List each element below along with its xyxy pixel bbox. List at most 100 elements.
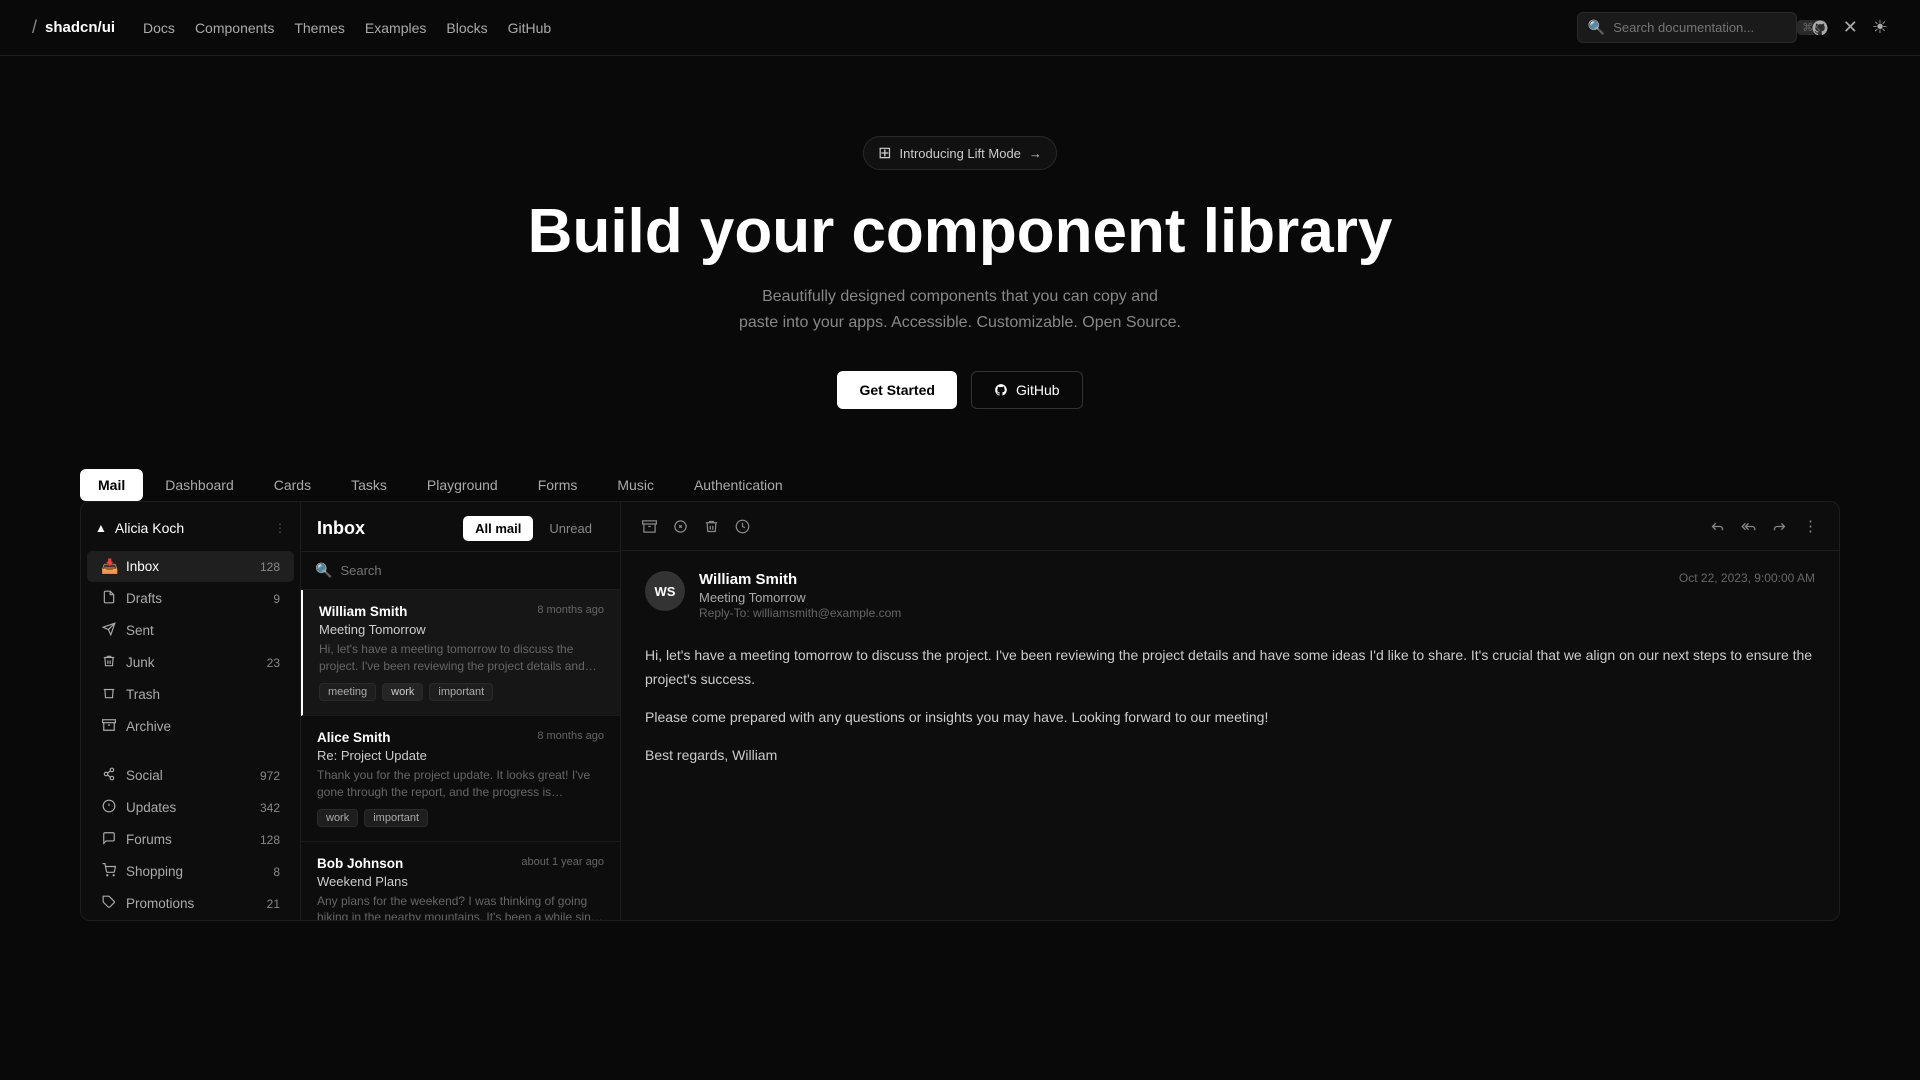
- tab-tasks[interactable]: Tasks: [333, 469, 405, 501]
- sidebar-item-drafts[interactable]: Drafts 9: [87, 583, 294, 614]
- mail-items: William Smith 8 months ago Meeting Tomor…: [301, 590, 620, 920]
- hero-title: Build your component library: [528, 198, 1393, 266]
- sidebar-item-forums[interactable]: Forums 128: [87, 824, 294, 855]
- sidebar-item-promotions[interactable]: Promotions 21: [87, 888, 294, 919]
- inbox-icon: 📥: [101, 558, 117, 575]
- drafts-badge: 9: [273, 592, 280, 606]
- hero-badge[interactable]: ⊞ Introducing Lift Mode →: [863, 136, 1057, 170]
- drafts-icon: [101, 590, 117, 607]
- mail-demo: ▲ Alicia Koch ⋮ 📥 Inbox 128: [80, 501, 1840, 921]
- lift-mode-icon: ⊞: [878, 143, 891, 163]
- mail-search: 🔍: [301, 552, 620, 590]
- sidebar-junk-label: Junk: [126, 655, 155, 670]
- sidebar-sent-label: Sent: [126, 623, 154, 638]
- mail-time: about 1 year ago: [521, 856, 604, 871]
- mail-item[interactable]: Alice Smith 8 months ago Re: Project Upd…: [301, 716, 620, 842]
- tab-dashboard[interactable]: Dashboard: [147, 469, 252, 501]
- nav-links: Docs Components Themes Examples Blocks G…: [143, 20, 551, 36]
- sidebar-item-social[interactable]: Social 972: [87, 760, 294, 791]
- sidebar-shopping-label: Shopping: [126, 864, 183, 879]
- get-started-button[interactable]: Get Started: [837, 371, 956, 409]
- filter-all-button[interactable]: All mail: [463, 516, 533, 541]
- hero-section: ⊞ Introducing Lift Mode → Build your com…: [0, 56, 1920, 469]
- search-input[interactable]: [1613, 20, 1789, 35]
- trash-icon: [101, 686, 117, 703]
- delete-button[interactable]: [699, 514, 724, 539]
- twitter-icon-btn[interactable]: ✕: [1843, 17, 1858, 38]
- tab-forms[interactable]: Forms: [520, 469, 596, 501]
- mail-preview: Any plans for the weekend? I was thinkin…: [317, 893, 604, 921]
- junk-icon: [101, 654, 117, 671]
- promotions-badge: 21: [267, 897, 280, 911]
- sidebar-item-updates[interactable]: Updates 342: [87, 792, 294, 823]
- nav-examples[interactable]: Examples: [365, 20, 426, 36]
- mail-from: William Smith: [319, 604, 407, 619]
- sent-icon: [101, 622, 117, 639]
- archive-button[interactable]: [637, 514, 662, 539]
- nav-github[interactable]: GitHub: [508, 20, 552, 36]
- nav-docs[interactable]: Docs: [143, 20, 175, 36]
- nav-blocks[interactable]: Blocks: [446, 20, 487, 36]
- mail-subject: Meeting Tomorrow: [319, 622, 604, 637]
- email-body-p2: Please come prepared with any questions …: [645, 706, 1815, 730]
- tab-playground[interactable]: Playground: [409, 469, 516, 501]
- forums-badge: 128: [260, 833, 280, 847]
- nav-right: 🔍 ⌘K ✕ ☀: [1577, 12, 1888, 43]
- mail-tag: work: [317, 809, 358, 827]
- top-nav: / shadcn/ui Docs Components Themes Examp…: [0, 0, 1920, 56]
- mail-item[interactable]: William Smith 8 months ago Meeting Tomor…: [301, 590, 620, 716]
- filter-unread-button[interactable]: Unread: [537, 516, 604, 541]
- mail-content: ⋮ WS William Smith Meeting Tomorrow Repl…: [621, 502, 1839, 920]
- sidebar-item-inbox[interactable]: 📥 Inbox 128: [87, 551, 294, 582]
- brand-logo[interactable]: / shadcn/ui: [32, 17, 115, 38]
- mail-preview: Hi, let's have a meeting tomorrow to dis…: [319, 641, 604, 675]
- tab-authentication[interactable]: Authentication: [676, 469, 801, 501]
- brand-name: shadcn/ui: [45, 19, 115, 36]
- reply-button[interactable]: [1705, 514, 1730, 539]
- hero-buttons: Get Started GitHub: [837, 371, 1082, 409]
- mail-tag: important: [429, 683, 493, 701]
- mail-from: Bob Johnson: [317, 856, 403, 871]
- tab-music[interactable]: Music: [599, 469, 672, 501]
- theme-toggle-btn[interactable]: ☀: [1872, 17, 1888, 38]
- sidebar-trash-label: Trash: [126, 687, 160, 702]
- forward-button[interactable]: [1767, 514, 1792, 539]
- search-bar[interactable]: 🔍 ⌘K: [1577, 12, 1797, 43]
- sidebar-drafts-label: Drafts: [126, 591, 162, 606]
- toolbar-left: [637, 514, 755, 539]
- sidebar-updates-label: Updates: [126, 800, 176, 815]
- nav-themes[interactable]: Themes: [294, 20, 345, 36]
- sidebar-category-items: Social 972 Updates 342: [81, 759, 300, 920]
- email-body-p1: Hi, let's have a meeting tomorrow to dis…: [645, 644, 1815, 692]
- nav-components[interactable]: Components: [195, 20, 274, 36]
- mail-preview: Thank you for the project update. It loo…: [317, 767, 604, 801]
- sidebar-user[interactable]: ▲ Alicia Koch ⋮: [81, 514, 300, 550]
- sidebar-item-trash[interactable]: Trash: [87, 679, 294, 710]
- demo-section: Mail Dashboard Cards Tasks Playground Fo…: [0, 469, 1920, 981]
- github-button[interactable]: GitHub: [971, 371, 1083, 409]
- mail-from: Alice Smith: [317, 730, 391, 745]
- mail-search-input[interactable]: [340, 563, 606, 578]
- mail-tag: meeting: [319, 683, 376, 701]
- sidebar-item-sent[interactable]: Sent: [87, 615, 294, 646]
- more-options-button[interactable]: ⋮: [1798, 512, 1823, 540]
- sidebar-item-shopping[interactable]: Shopping 8: [87, 856, 294, 887]
- tab-cards[interactable]: Cards: [256, 469, 329, 501]
- hero-badge-label: Introducing Lift Mode: [900, 146, 1021, 161]
- github-icon-btn[interactable]: [1811, 19, 1829, 37]
- snooze-button[interactable]: [730, 514, 755, 539]
- mail-from-info: William Smith Meeting Tomorrow Reply-To:…: [699, 571, 1665, 620]
- hero-badge-arrow: →: [1029, 146, 1042, 161]
- sidebar-item-archive[interactable]: Archive: [87, 711, 294, 742]
- sidebar-item-junk[interactable]: Junk 23: [87, 647, 294, 678]
- tab-mail[interactable]: Mail: [80, 469, 143, 501]
- promotions-icon: [101, 895, 117, 912]
- sidebar-inbox-label: Inbox: [126, 559, 159, 574]
- mail-tag: important: [364, 809, 428, 827]
- move-junk-button[interactable]: [668, 514, 693, 539]
- reply-all-button[interactable]: [1736, 514, 1761, 539]
- junk-badge: 23: [267, 656, 280, 670]
- hero-subtitle: Beautifully designed components that you…: [739, 284, 1181, 335]
- mail-item[interactable]: Bob Johnson about 1 year ago Weekend Pla…: [301, 842, 620, 921]
- mail-time: 8 months ago: [537, 604, 604, 619]
